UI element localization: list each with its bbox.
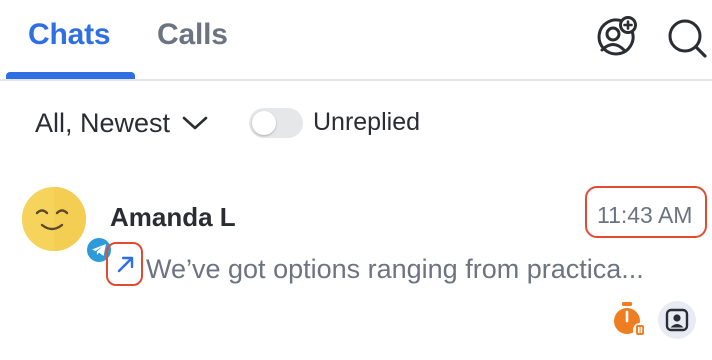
timestamp-highlight: 11:43 AM xyxy=(585,186,707,238)
outgoing-indicator-highlight xyxy=(106,242,143,286)
add-contact-icon xyxy=(597,16,637,56)
sort-filter-dropdown[interactable]: All, Newest xyxy=(35,106,208,140)
tab-chats[interactable]: Chats xyxy=(28,18,111,52)
contact-card-button[interactable] xyxy=(658,301,696,339)
header: Chats Calls xyxy=(0,0,712,81)
avatar xyxy=(22,187,114,265)
telegram-icon xyxy=(92,244,106,256)
search-button[interactable] xyxy=(664,15,710,61)
smiling-face-icon xyxy=(22,187,86,251)
header-divider xyxy=(0,79,712,81)
chevron-down-icon xyxy=(182,116,208,130)
chat-list-item[interactable]: Amanda L 11:43 AM We’ve got options rang… xyxy=(0,178,712,348)
tab-calls[interactable]: Calls xyxy=(157,18,228,52)
contact-card-icon xyxy=(665,308,689,332)
outgoing-arrow-icon xyxy=(117,256,134,273)
add-contact-button[interactable] xyxy=(592,15,638,61)
message-timestamp: 11:43 AM xyxy=(597,202,693,228)
filter-row: All, Newest Unreplied xyxy=(0,100,712,144)
contact-name: Amanda L xyxy=(110,202,236,232)
timer-paused-icon xyxy=(614,302,647,337)
search-icon xyxy=(668,19,707,58)
message-preview: We’ve got options ranging from practica.… xyxy=(146,254,644,284)
active-tab-indicator xyxy=(6,72,135,79)
sort-filter-label: All, Newest xyxy=(35,107,171,138)
toggle-knob xyxy=(252,111,276,135)
unreplied-toggle-label[interactable]: Unreplied xyxy=(313,108,420,137)
chat-app: Chats Calls All, Newest Unreplied Amanda… xyxy=(0,0,712,360)
unreplied-toggle[interactable] xyxy=(249,108,303,138)
